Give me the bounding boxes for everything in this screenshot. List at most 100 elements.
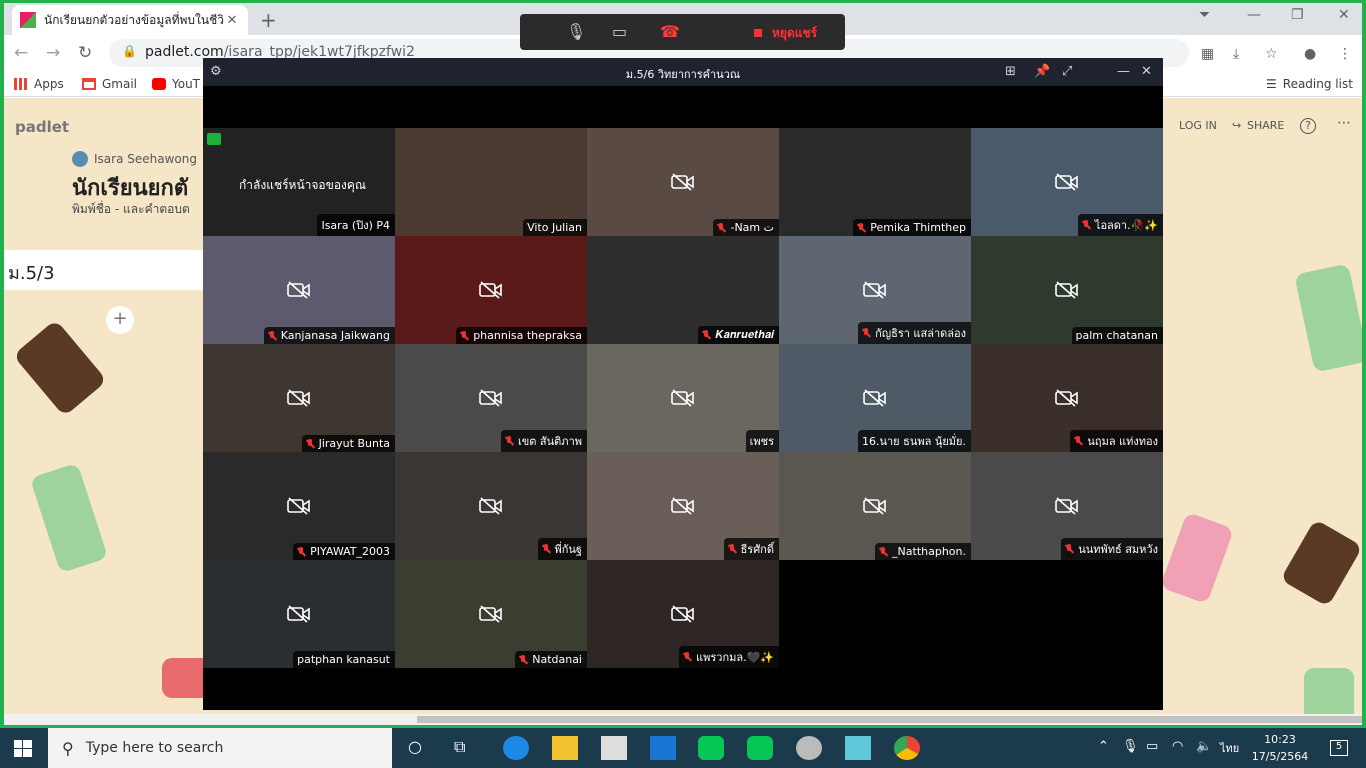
chrome-icon[interactable] bbox=[894, 736, 920, 760]
participant-name-badge: นฤมล แท่งทอง bbox=[1070, 430, 1163, 452]
edge-icon[interactable] bbox=[503, 736, 529, 760]
notifications-button[interactable]: 5 bbox=[1330, 740, 1348, 756]
browser-tab[interactable]: นักเรียนยกตัวอย่างข้อมูลที่พบในชีวิตป ✕ bbox=[12, 5, 248, 35]
participant-tile[interactable]: นนทพัทธ์ สมหวัง bbox=[971, 452, 1163, 560]
close-tab-icon[interactable]: ✕ bbox=[224, 13, 240, 28]
menu-kebab-icon[interactable]: ⋮ bbox=[1338, 46, 1352, 62]
participant-tile[interactable]: phannisa thepraksa bbox=[395, 236, 587, 344]
participant-tile[interactable]: Natdanai bbox=[395, 560, 587, 668]
bookmark-youtube[interactable]: YouT bbox=[152, 77, 200, 91]
minimize-icon[interactable]: — bbox=[1247, 7, 1261, 23]
participant-tile[interactable]: PIYAWAT_2003 bbox=[203, 452, 395, 560]
participant-name-badge: phannisa thepraksa bbox=[456, 327, 587, 344]
participant-tile[interactable]: พี่กันฐ bbox=[395, 452, 587, 560]
participant-tile[interactable]: Vito Julian bbox=[395, 128, 587, 236]
app-icon[interactable] bbox=[845, 736, 871, 760]
profile-dropdown-icon[interactable]: ⏷ bbox=[1199, 7, 1210, 23]
close-icon[interactable]: ✕ bbox=[1141, 64, 1152, 79]
layout-grid-icon[interactable]: ⊞ bbox=[1005, 64, 1016, 79]
participant-name-badge: Pemika Thimthep bbox=[853, 219, 971, 236]
participant-tile[interactable]: ธีรศักดิ์ bbox=[587, 452, 779, 560]
self-tile[interactable]: กำลังแชร์หน้าจอของคุณ Isara (ปิง) P4 bbox=[203, 128, 395, 236]
reading-list-label: Reading list bbox=[1282, 77, 1353, 91]
participant-tile[interactable]: นฤมล แท่งทอง bbox=[971, 344, 1163, 452]
language-indicator[interactable]: ไทย bbox=[1220, 739, 1239, 757]
participant-tile[interactable]: เพชร bbox=[587, 344, 779, 452]
reading-list[interactable]: ☰ Reading list bbox=[1266, 77, 1353, 91]
new-tab-icon[interactable]: + bbox=[260, 8, 277, 32]
participant-tile[interactable]: 16.นาย ธนพล นุ้ยมั่ย. bbox=[779, 344, 971, 452]
horizontal-scrollbar[interactable] bbox=[4, 714, 1362, 725]
windows-start-icon[interactable] bbox=[14, 740, 32, 757]
line-icon[interactable] bbox=[698, 736, 724, 760]
cortana-icon[interactable]: ○ bbox=[408, 737, 422, 756]
close-window-icon[interactable]: ✕ bbox=[1338, 7, 1350, 23]
mic-tray-icon[interactable]: 🎙 bbox=[1122, 739, 1139, 754]
share-icon[interactable]: ↪ bbox=[1232, 119, 1241, 132]
media-icon[interactable] bbox=[796, 736, 822, 760]
qr-icon[interactable]: ▦ bbox=[1201, 46, 1214, 62]
login-link[interactable]: LOG IN bbox=[1179, 119, 1217, 132]
wifi-icon[interactable]: ◠ bbox=[1172, 739, 1183, 754]
camera-off-icon[interactable]: ▭ bbox=[612, 22, 627, 41]
fullscreen-icon[interactable]: ⤢ bbox=[1062, 64, 1072, 79]
restore-icon[interactable]: ❐ bbox=[1291, 7, 1304, 23]
participant-name: Vito Julian bbox=[527, 221, 582, 234]
participant-name-badge: 𝑲𝒂𝒏𝒓𝒖𝒆𝒕𝒉𝒂𝒊 bbox=[698, 326, 779, 344]
back-icon[interactable]: ← bbox=[14, 43, 28, 63]
participant-tile[interactable]: 𝑲𝒂𝒏𝒓𝒖𝒆𝒕𝒉𝒂𝒊 bbox=[587, 236, 779, 344]
install-icon[interactable]: ⤓ bbox=[1233, 46, 1239, 62]
camera-off-icon bbox=[863, 281, 886, 299]
taskbar-search[interactable]: ⚲ Type here to search bbox=[48, 728, 392, 768]
camera-off-icon bbox=[671, 173, 694, 191]
line-icon[interactable] bbox=[747, 736, 773, 760]
participant-tile[interactable]: palm chatanan bbox=[971, 236, 1163, 344]
minimize-icon[interactable]: — bbox=[1117, 64, 1130, 79]
participant-tile[interactable]: เขต สันติภาพ bbox=[395, 344, 587, 452]
clock[interactable]: 10:23 17/5/2564 bbox=[1245, 731, 1315, 765]
hangup-icon[interactable]: ☎ bbox=[660, 22, 680, 41]
store-icon[interactable] bbox=[601, 736, 627, 760]
stop-share-button[interactable]: หยุดแชร์ bbox=[772, 24, 817, 43]
padlet-logo[interactable]: padlet bbox=[15, 118, 69, 136]
volume-icon[interactable]: 🔈 bbox=[1196, 739, 1212, 754]
share-link[interactable]: SHARE bbox=[1247, 119, 1284, 132]
participant-name-badge: Kanjanasa Jaikwang bbox=[263, 327, 395, 344]
participant-tile[interactable]: แพรวกมล.🖤✨ bbox=[587, 560, 779, 668]
pin-icon[interactable]: 📌 bbox=[1034, 64, 1050, 79]
profile-avatar-icon[interactable]: ● bbox=[1304, 46, 1316, 62]
more-button[interactable]: ⋯ bbox=[1337, 115, 1351, 131]
reload-icon[interactable]: ↻ bbox=[78, 43, 92, 63]
participant-tile[interactable]: patphan kanasut bbox=[203, 560, 395, 668]
participant-tile[interactable]: Jirayut Bunta bbox=[203, 344, 395, 452]
help-button[interactable]: ? bbox=[1300, 118, 1316, 134]
participant-tile[interactable]: กัญธิรา แสล่าดล่อง bbox=[779, 236, 971, 344]
windows-taskbar: ⚲ Type here to search ○ ⧉ ⌃ 🎙 ▭ ◠ 🔈 ไทย … bbox=[0, 728, 1366, 768]
participant-name-badge: กัญธิรา แสล่าดล่อง bbox=[858, 322, 971, 344]
participant-name: palm chatanan bbox=[1075, 329, 1159, 342]
mic-icon[interactable]: 🎙 bbox=[566, 22, 586, 41]
show-hidden-icons-icon[interactable]: ⌃ bbox=[1098, 739, 1109, 754]
bookmark-apps[interactable]: Apps bbox=[14, 77, 64, 91]
participant-name-badge: พี่กันฐ bbox=[537, 538, 587, 560]
scrollbar-thumb[interactable] bbox=[417, 716, 1362, 723]
camera-off-icon bbox=[287, 389, 310, 407]
battery-icon[interactable]: ▭ bbox=[1146, 739, 1158, 754]
bookmark-star-icon[interactable]: ☆ bbox=[1265, 46, 1278, 62]
participant-tile[interactable]: Kanjanasa Jaikwang bbox=[203, 236, 395, 344]
forward-icon[interactable]: → bbox=[46, 43, 60, 63]
bookmark-gmail[interactable]: Gmail bbox=[82, 77, 137, 91]
participant-tile[interactable]: Pemika Thimthep bbox=[779, 128, 971, 236]
participant-tile[interactable]: -Nam ت bbox=[587, 128, 779, 236]
add-post-button[interactable]: + bbox=[106, 306, 134, 334]
sharing-indicator-icon bbox=[207, 133, 221, 145]
desktop: นักเรียนยกตัวอย่างข้อมูลที่พบในชีวิตป ✕ … bbox=[0, 0, 1366, 768]
participant-tile[interactable]: _Natthaphon. bbox=[779, 452, 971, 560]
participant-tile[interactable]: ไอลดา.🥀✨ bbox=[971, 128, 1163, 236]
file-explorer-icon[interactable] bbox=[552, 736, 578, 760]
meeting-header: ⚙ ม.5/6 วิทยาการคำนวณ ⊞ 📌 ⤢ — ✕ bbox=[203, 58, 1163, 86]
mail-icon[interactable] bbox=[650, 736, 676, 760]
task-view-icon[interactable]: ⧉ bbox=[454, 737, 465, 757]
camera-off-icon bbox=[1055, 173, 1078, 191]
tab-title: นักเรียนยกตัวอย่างข้อมูลที่พบในชีวิตป bbox=[44, 12, 224, 27]
